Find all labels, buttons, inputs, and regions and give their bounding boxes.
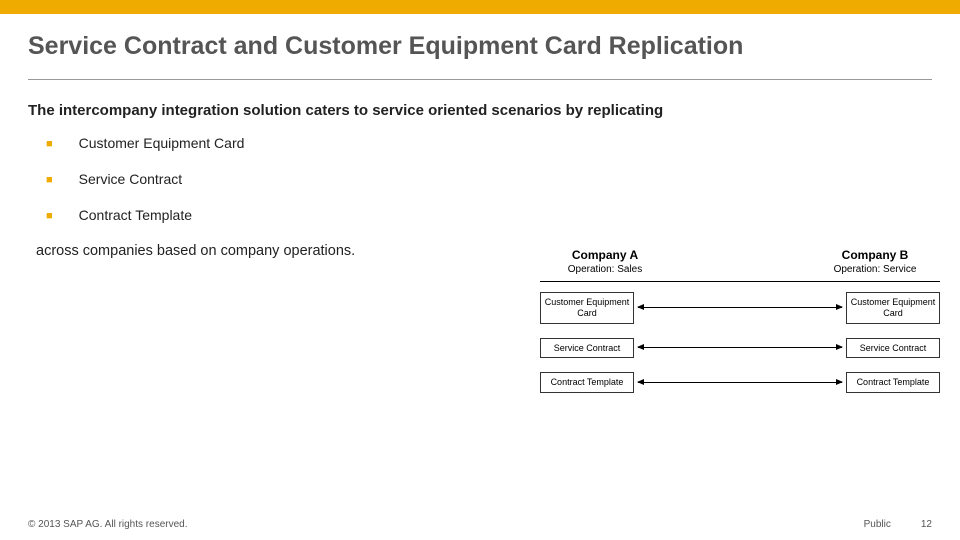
- box-right: Service Contract: [846, 338, 940, 359]
- company-b-name: Company B: [810, 248, 940, 262]
- replication-diagram: Company A Operation: Sales Company B Ope…: [540, 248, 940, 407]
- diagram-row: Service Contract Service Contract: [540, 338, 940, 359]
- footer-right: Public 12: [864, 519, 932, 530]
- list-item: ■ Contract Template: [46, 207, 932, 225]
- bullet-text: Contract Template: [79, 207, 192, 223]
- bullet-icon: ■: [46, 135, 53, 153]
- page-number: 12: [921, 519, 932, 530]
- classification-text: Public: [864, 519, 891, 530]
- intro-text: The intercompany integration solution ca…: [28, 102, 932, 119]
- double-arrow-icon: [638, 347, 842, 348]
- bullet-icon: ■: [46, 171, 53, 189]
- accent-bar: [0, 0, 960, 14]
- box-right: Contract Template: [846, 372, 940, 393]
- diagram-row: Customer Equipment Card Customer Equipme…: [540, 292, 940, 324]
- copyright-text: © 2013 SAP AG. All rights reserved.: [28, 519, 188, 530]
- company-b-operation: Operation: Service: [810, 264, 940, 275]
- double-arrow-icon: [638, 382, 842, 383]
- slide-content: Service Contract and Customer Equipment …: [0, 14, 960, 259]
- list-item: ■ Service Contract: [46, 171, 932, 189]
- bullet-list: ■ Customer Equipment Card ■ Service Cont…: [28, 135, 932, 225]
- diagram-row: Contract Template Contract Template: [540, 372, 940, 393]
- diagram-divider: [540, 281, 940, 282]
- box-left: Contract Template: [540, 372, 634, 393]
- box-right: Customer Equipment Card: [846, 292, 940, 324]
- double-arrow-icon: [638, 307, 842, 308]
- company-a-operation: Operation: Sales: [540, 264, 670, 275]
- diagram-headers: Company A Operation: Sales Company B Ope…: [540, 248, 940, 275]
- title-divider: [28, 79, 932, 80]
- bullet-text: Customer Equipment Card: [79, 135, 245, 151]
- bullet-text: Service Contract: [79, 171, 182, 187]
- bullet-icon: ■: [46, 207, 53, 225]
- company-a-name: Company A: [540, 248, 670, 262]
- box-left: Customer Equipment Card: [540, 292, 634, 324]
- box-left: Service Contract: [540, 338, 634, 359]
- company-a-header: Company A Operation: Sales: [540, 248, 670, 275]
- list-item: ■ Customer Equipment Card: [46, 135, 932, 153]
- page-title: Service Contract and Customer Equipment …: [28, 32, 932, 61]
- footer: © 2013 SAP AG. All rights reserved. Publ…: [0, 519, 960, 530]
- company-b-header: Company B Operation: Service: [810, 248, 940, 275]
